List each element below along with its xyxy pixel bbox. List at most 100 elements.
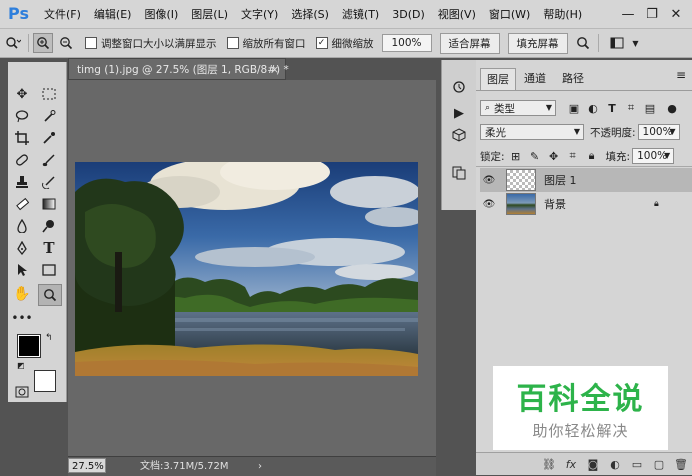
tab-paths[interactable]: 路径 — [556, 68, 590, 89]
visibility-eye-icon[interactable]: 👁︎ — [480, 175, 498, 186]
zoom-tool-icon[interactable] — [38, 284, 62, 306]
3d-icon[interactable] — [449, 126, 469, 144]
document-image[interactable] — [75, 162, 418, 376]
blend-mode-dropdown[interactable]: 柔光 ▼ — [480, 124, 584, 140]
layers-footer: ⛓ fx ◙ ◐ ▭ ▢ 🗑︎ — [476, 452, 692, 475]
layer-row[interactable]: 👁︎ 背景 🔒︎ — [480, 192, 692, 216]
scrubby-zoom-checkbox[interactable]: ✓ — [315, 37, 328, 49]
lasso-tool-icon[interactable] — [11, 106, 33, 126]
crop-tool-icon[interactable] — [11, 128, 33, 148]
menu-3d[interactable]: 3D(D) — [392, 8, 425, 21]
restore-button[interactable]: ❐ — [640, 7, 664, 22]
watermark-subtitle: 助你轻松解决 — [532, 422, 629, 440]
chevron-down-icon: ▼ — [669, 127, 676, 136]
new-group-icon[interactable]: ▭ — [626, 458, 648, 471]
link-layers-icon[interactable]: ⛓ — [538, 458, 560, 471]
rectangle-tool-icon[interactable] — [38, 260, 60, 280]
chevron-down-icon[interactable]: ▼ — [627, 34, 645, 52]
search-icon[interactable] — [574, 34, 592, 52]
fx-icon[interactable]: fx — [560, 458, 582, 471]
zoom-level-field[interactable]: 27.5% — [68, 458, 106, 473]
properties-icon[interactable] — [449, 164, 469, 182]
foreground-color-swatch[interactable] — [17, 334, 41, 358]
more-tools-icon[interactable]: ••• — [11, 308, 33, 328]
path-selection-tool-icon[interactable] — [11, 260, 33, 280]
adjustment-layer-icon[interactable]: ◐ — [604, 458, 626, 471]
separator — [28, 34, 29, 52]
workspace-icon[interactable] — [609, 34, 627, 52]
zoom-all-checkbox[interactable] — [226, 37, 239, 49]
filter-shape-icon[interactable]: ⌗ — [623, 101, 639, 115]
filter-adjustment-icon[interactable]: ◐ — [585, 102, 601, 115]
menu-image[interactable]: 图像(I) — [144, 6, 178, 22]
close-button[interactable]: ✕ — [664, 7, 688, 22]
swap-colors-icon[interactable]: ↰ — [45, 333, 53, 343]
menu-filter[interactable]: 滤镜(T) — [342, 6, 379, 22]
type-tool-icon[interactable]: T — [38, 238, 60, 258]
blur-tool-icon[interactable] — [11, 216, 33, 236]
resize-windows-checkbox[interactable] — [85, 37, 97, 49]
fill-field[interactable]: 100% ▼ — [632, 148, 675, 164]
status-menu-arrow[interactable]: › — [258, 457, 262, 476]
lock-all-icon[interactable]: 🔒︎ — [584, 149, 600, 163]
zoom-in-icon[interactable] — [33, 33, 53, 53]
menu-edit[interactable]: 编辑(E) — [94, 6, 132, 22]
opacity-label: 不透明度: — [590, 126, 636, 139]
delete-layer-icon[interactable]: 🗑︎ — [670, 458, 692, 471]
menu-bar: Ps 文件(F) 编辑(E) 图像(I) 图层(L) 文字(Y) 选择(S) 滤… — [0, 0, 692, 29]
lock-position-icon[interactable]: ✥ — [546, 150, 562, 163]
tab-layers[interactable]: 图层 — [480, 68, 516, 90]
fit-screen-button[interactable]: 适合屏幕 — [439, 32, 500, 54]
history-brush-tool-icon[interactable] — [38, 172, 60, 192]
move-tool-icon[interactable]: ✥ — [11, 84, 33, 104]
eyedropper-tool-icon[interactable] — [38, 128, 60, 148]
lock-label: 锁定: — [480, 150, 505, 163]
document-tab[interactable]: timg (1).jpg @ 27.5% (图层 1, RGB/8#) * × — [68, 58, 289, 81]
play-actions-icon[interactable]: ▶ — [449, 104, 469, 122]
close-icon[interactable]: × — [270, 59, 279, 81]
history-icon[interactable] — [449, 78, 469, 96]
zoom-percent-field[interactable]: 100% — [381, 34, 432, 52]
new-layer-icon[interactable]: ▢ — [648, 458, 670, 471]
filter-pixel-icon[interactable]: ▣ — [566, 102, 582, 115]
filter-type-icon[interactable]: T — [604, 102, 620, 115]
dodge-tool-icon[interactable] — [38, 216, 60, 236]
pen-tool-icon[interactable] — [11, 238, 33, 258]
zoom-tool-preset-icon[interactable] — [4, 34, 22, 52]
lock-transparent-icon[interactable]: ⊞ — [508, 150, 524, 163]
zoom-out-icon[interactable] — [57, 34, 75, 52]
fill-screen-button[interactable]: 填充屏幕 — [507, 32, 568, 54]
layer-thumbnail — [506, 169, 536, 191]
background-color-swatch[interactable] — [34, 370, 56, 392]
default-colors-icon[interactable]: ◩ — [17, 361, 25, 370]
menu-layer[interactable]: 图层(L) — [191, 6, 228, 22]
panel-menu-icon[interactable]: ≡ — [676, 68, 686, 82]
menu-select[interactable]: 选择(S) — [291, 6, 329, 22]
lock-image-icon[interactable]: ✎ — [527, 150, 543, 163]
layer-row[interactable]: 👁︎ 图层 1 — [480, 168, 692, 192]
lock-artboard-icon[interactable]: ⌗ — [565, 149, 581, 163]
quick-select-tool-icon[interactable] — [38, 106, 60, 126]
marquee-tool-icon[interactable] — [38, 84, 60, 104]
tab-channels[interactable]: 通道 — [518, 68, 552, 89]
menu-file[interactable]: 文件(F) — [44, 6, 81, 22]
menu-help[interactable]: 帮助(H) — [543, 6, 582, 22]
eraser-tool-icon[interactable] — [11, 194, 33, 214]
quick-mask-icon[interactable] — [11, 382, 33, 402]
filter-smart-object-icon[interactable]: ▤ — [642, 102, 658, 115]
layer-filter-dropdown[interactable]: ⌕ 类型 ▼ — [480, 100, 556, 116]
minimize-button[interactable]: — — [616, 7, 640, 22]
menu-window[interactable]: 窗口(W) — [489, 6, 530, 22]
visibility-eye-icon[interactable]: 👁︎ — [480, 199, 498, 210]
gradient-tool-icon[interactable] — [38, 194, 60, 214]
add-mask-icon[interactable]: ◙ — [582, 458, 604, 471]
window-controls: — ❐ ✕ — [616, 0, 688, 28]
menu-view[interactable]: 视图(V) — [438, 6, 476, 22]
healing-brush-tool-icon[interactable] — [11, 150, 33, 170]
hand-tool-icon[interactable]: ✋ — [11, 284, 33, 304]
opacity-field[interactable]: 100% ▼ — [637, 124, 680, 140]
brush-tool-icon[interactable] — [38, 150, 60, 170]
menu-type[interactable]: 文字(Y) — [241, 6, 278, 22]
filter-toggle-icon[interactable]: ● — [664, 102, 680, 115]
clone-stamp-tool-icon[interactable] — [11, 172, 33, 192]
